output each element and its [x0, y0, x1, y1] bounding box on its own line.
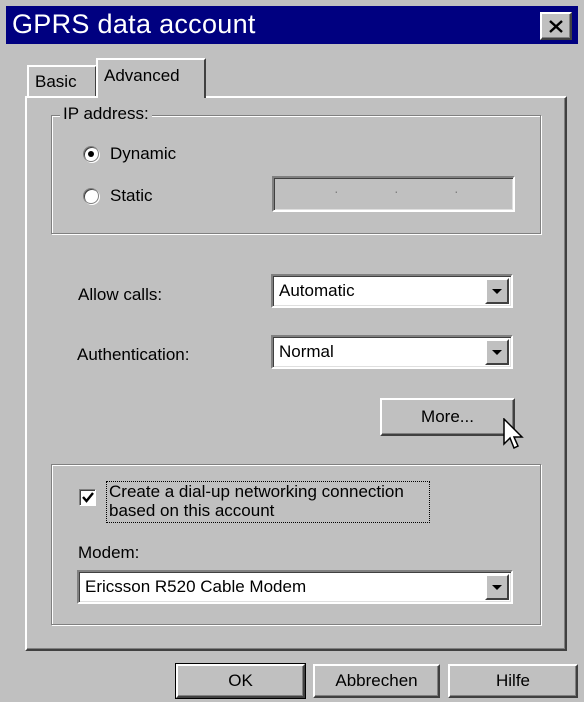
modem-dropdown-button[interactable]	[485, 574, 509, 600]
radio-dynamic-label: Dynamic	[110, 144, 177, 163]
help-button-label: Hilfe	[495, 671, 530, 690]
close-icon	[549, 19, 563, 33]
title-bar[interactable]: GPRS data account	[6, 6, 578, 44]
radio-dynamic-row[interactable]: Dynamic	[83, 144, 176, 164]
modem-select[interactable]: Ericsson R520 Cable Modem	[77, 570, 513, 604]
ip-address-group-label: IP address:	[60, 104, 152, 124]
more-button-label: More...	[421, 407, 474, 426]
tab-basic[interactable]: Basic	[27, 65, 97, 97]
authentication-dropdown-button[interactable]	[485, 339, 509, 365]
chevron-down-icon	[492, 288, 502, 294]
chevron-down-icon	[492, 349, 502, 355]
chevron-down-icon	[492, 584, 502, 590]
modem-value: Ericsson R520 Cable Modem	[85, 577, 307, 596]
ip-address-field[interactable]: · · ·	[272, 176, 515, 212]
radio-static-row[interactable]: Static	[83, 186, 153, 206]
authentication-select[interactable]: Normal	[271, 335, 513, 369]
allow-calls-dropdown-button[interactable]	[485, 278, 509, 304]
create-dialup-label-line1: Create a dial-up networking connection	[109, 482, 404, 501]
create-dialup-label-line2: based on this account	[109, 501, 275, 520]
mouse-pointer-icon	[503, 418, 524, 450]
ok-button-label: OK	[228, 671, 253, 690]
allow-calls-select[interactable]: Automatic	[271, 274, 513, 308]
authentication-label: Authentication:	[77, 345, 190, 364]
close-button[interactable]	[540, 12, 572, 40]
cancel-button[interactable]: Abbrechen	[313, 664, 440, 698]
radio-dynamic[interactable]	[83, 146, 99, 162]
modem-label: Modem:	[78, 543, 140, 562]
tab-basic-label: Basic	[35, 72, 77, 91]
help-button[interactable]: Hilfe	[448, 664, 578, 698]
checkmark-icon	[81, 492, 94, 503]
allow-calls-value: Automatic	[279, 281, 355, 300]
ok-button[interactable]: OK	[175, 663, 306, 699]
create-dialup-checkbox[interactable]	[79, 489, 96, 506]
allow-calls-label: Allow calls:	[78, 285, 163, 304]
create-dialup-label[interactable]: Create a dial-up networking connection b…	[106, 481, 430, 523]
radio-static-label: Static	[110, 186, 153, 205]
tab-advanced-label: Advanced	[104, 66, 180, 85]
tab-advanced[interactable]: Advanced	[96, 58, 206, 98]
dialog-window: GPRS data account Basic Advanced IP addr…	[0, 0, 584, 702]
window-title: GPRS data account	[12, 9, 256, 39]
cancel-button-label: Abbrechen	[335, 671, 418, 690]
more-button[interactable]: More...	[380, 398, 515, 436]
authentication-value: Normal	[279, 342, 334, 361]
radio-static[interactable]	[83, 188, 99, 204]
